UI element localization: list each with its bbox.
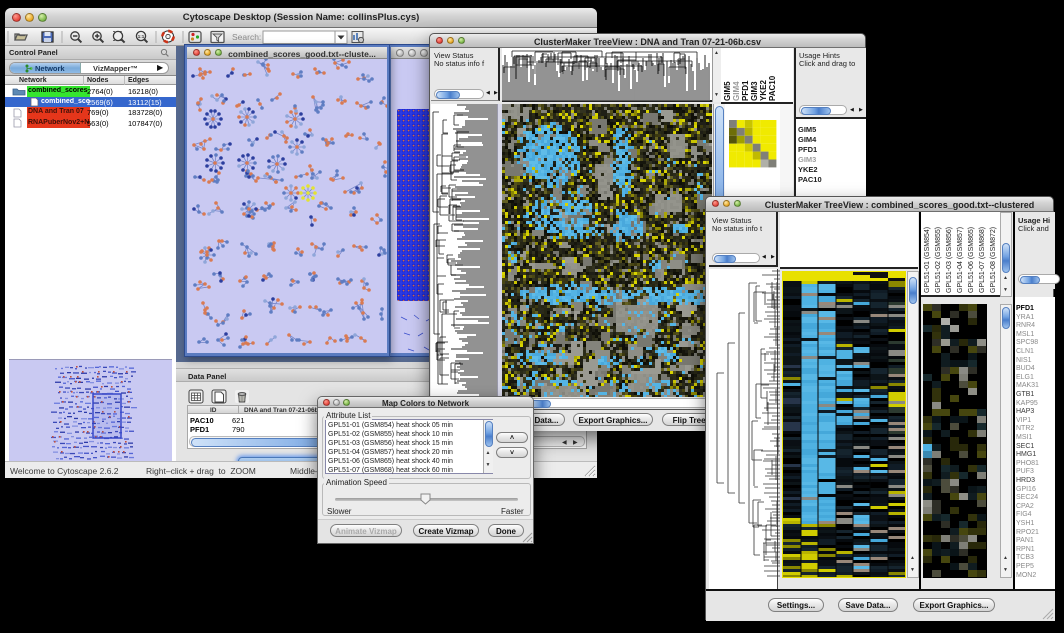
svg-text:Search:: Search:: [232, 32, 261, 42]
svg-text:GIM3: GIM3: [750, 81, 759, 101]
svg-text:GPL51-03 (GSM856): GPL51-03 (GSM856): [946, 227, 953, 293]
svg-text:GIM5: GIM5: [723, 81, 732, 101]
svg-text:YKE2: YKE2: [759, 80, 768, 101]
svg-text:GPL51-07 (GSM868): GPL51-07 (GSM868): [979, 227, 986, 293]
svg-text:GPL51-04 (GSM857): GPL51-04 (GSM857): [957, 227, 964, 293]
svg-text:PFD1: PFD1: [741, 80, 750, 101]
svg-text:GPL51-01 (GSM854): GPL51-01 (GSM854): [924, 227, 931, 293]
svg-text:GPL51-08 (GSM872): GPL51-08 (GSM872): [990, 227, 997, 293]
svg-text:GIM4: GIM4: [732, 81, 741, 101]
svg-text:PAC10: PAC10: [768, 75, 777, 101]
svg-text:1:1: 1:1: [138, 34, 145, 39]
svg-text:GPL51-02 (GSM855): GPL51-02 (GSM855): [935, 227, 942, 293]
svg-text:GPL51-06 (GSM865): GPL51-06 (GSM865): [968, 227, 975, 293]
